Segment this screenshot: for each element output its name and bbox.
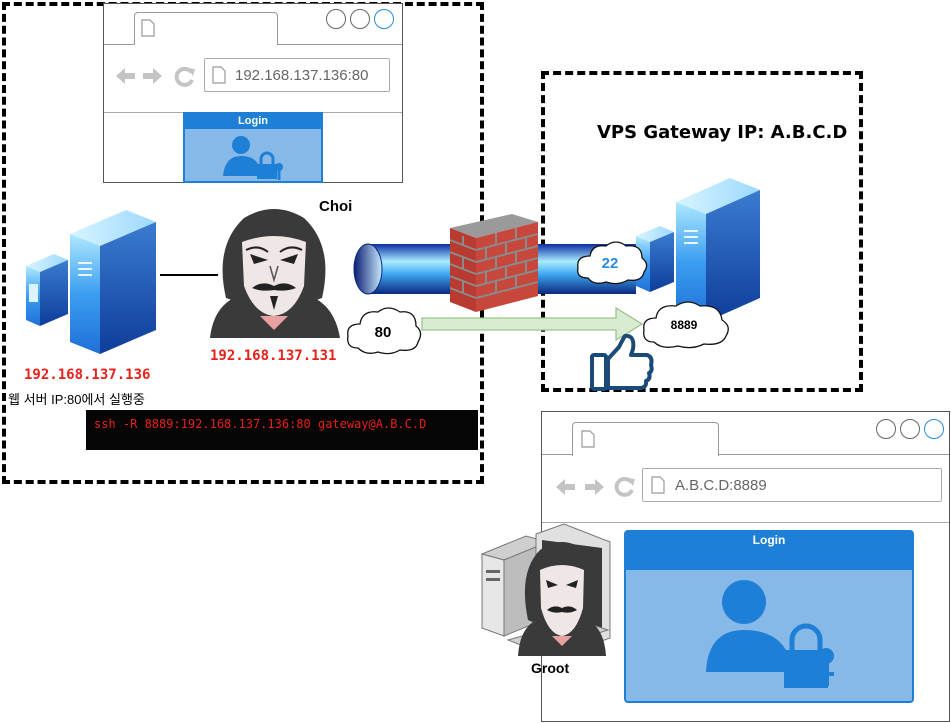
ssh-command-terminal: ssh -R 8889:192.168.137.136:80 gateway@A… bbox=[86, 410, 478, 450]
port-80-text: 80 bbox=[375, 324, 392, 341]
window-button-max[interactable] bbox=[350, 9, 370, 29]
groot-name-label: Groot bbox=[531, 660, 570, 676]
back-arrow-icon[interactable] bbox=[114, 66, 136, 86]
choi-name-label: Choi bbox=[319, 198, 353, 215]
thumbs-up-icon bbox=[590, 333, 654, 391]
server-ip-label: 192.168.137.136 bbox=[24, 367, 151, 383]
port-22-cloud: 22 bbox=[577, 241, 648, 285]
window-button-min[interactable] bbox=[876, 419, 896, 439]
page-icon bbox=[212, 66, 226, 84]
address-text: A.B.C.D:8889 bbox=[675, 477, 767, 494]
page-icon bbox=[581, 430, 595, 448]
vps-gateway-label: VPS Gateway IP: A.B.C.D bbox=[597, 122, 848, 143]
window-button-max[interactable] bbox=[900, 419, 920, 439]
window-button-min[interactable] bbox=[326, 9, 346, 29]
page-icon bbox=[141, 19, 155, 37]
login-panel-large: Login bbox=[624, 530, 914, 703]
forward-arrow-icon[interactable] bbox=[584, 477, 606, 497]
browser-tab[interactable] bbox=[134, 12, 278, 45]
user-lock-icon bbox=[706, 580, 834, 688]
back-arrow-icon[interactable] bbox=[554, 477, 576, 497]
port-8889-text: 8889 bbox=[671, 318, 698, 332]
address-text: 192.168.137.136:80 bbox=[235, 67, 369, 84]
address-bar[interactable]: 192.168.137.136:80 bbox=[204, 58, 390, 92]
server-desc-label: 웹 서버 IP:80에서 실행중 bbox=[8, 392, 145, 407]
page-icon bbox=[651, 476, 665, 494]
ssh-command-text: ssh -R 8889:192.168.137.136:80 gateway@A… bbox=[94, 417, 427, 431]
hacker-groot-icon bbox=[518, 542, 606, 656]
web-server-icon bbox=[26, 210, 156, 354]
hacker-choi-icon bbox=[210, 209, 340, 338]
refresh-icon[interactable] bbox=[614, 476, 636, 498]
browser-window-local: 192.168.137.136:80 Login bbox=[103, 3, 403, 183]
user-lock-icon bbox=[223, 136, 283, 180]
address-bar[interactable]: A.B.C.D:8889 bbox=[642, 468, 942, 502]
login-title: Login bbox=[626, 532, 912, 570]
forward-arrow-icon[interactable] bbox=[142, 66, 164, 86]
window-button-close[interactable] bbox=[924, 419, 944, 439]
refresh-icon[interactable] bbox=[174, 66, 196, 88]
login-title: Login bbox=[185, 114, 321, 129]
window-button-close[interactable] bbox=[374, 9, 394, 29]
port-22-text: 22 bbox=[602, 255, 619, 272]
browser-tab[interactable] bbox=[572, 422, 719, 456]
firewall-icon bbox=[450, 214, 539, 312]
login-panel-small: Login bbox=[183, 112, 323, 183]
choi-ip-label: 192.168.137.131 bbox=[210, 348, 337, 364]
port-80-cloud: 80 bbox=[347, 307, 422, 355]
